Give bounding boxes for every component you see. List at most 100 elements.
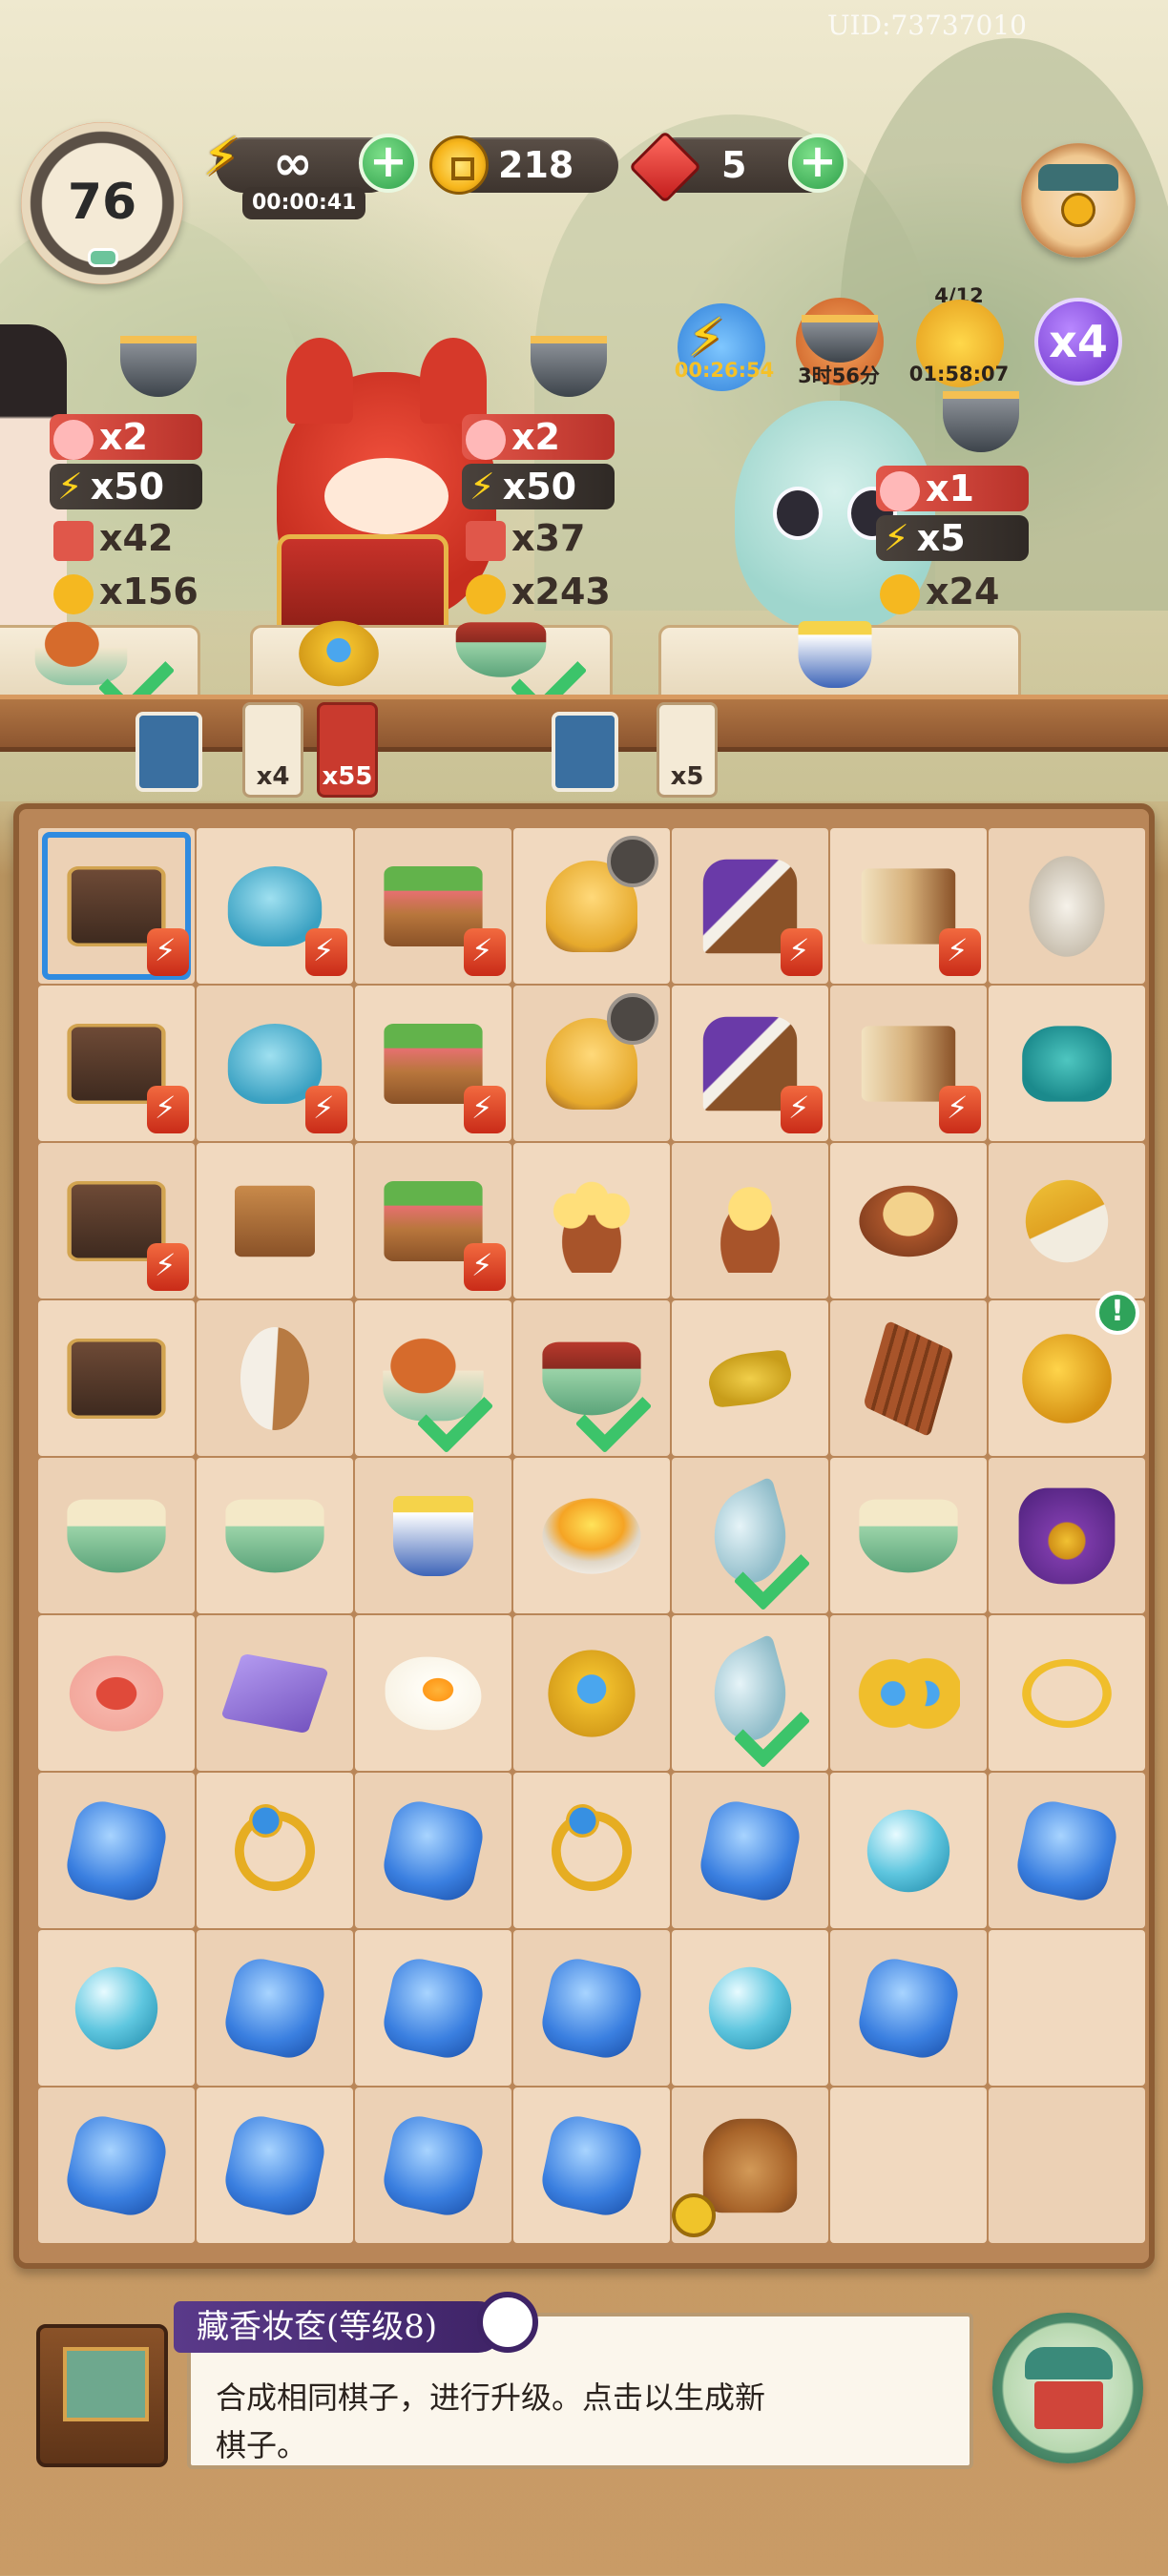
board-cell[interactable] [513,986,670,1141]
blue-gem-item[interactable] [220,1954,329,2063]
tea-box-item[interactable] [235,1185,315,1257]
blue-gem-item[interactable] [379,1954,488,2063]
add-energy-button[interactable]: + [359,134,418,193]
chest-closed-item[interactable] [67,1339,166,1419]
jar-item[interactable] [1022,1026,1112,1102]
board-cell[interactable] [38,2088,195,2243]
board-cell[interactable] [672,1930,828,2086]
board-cell[interactable] [513,1300,670,1456]
board-cell[interactable] [989,828,1145,984]
board-cell[interactable] [355,1458,511,1613]
board-cell[interactable] [830,828,987,984]
board-cell[interactable] [355,2088,511,2243]
board-cell[interactable] [197,1930,353,2086]
add-gems-button[interactable]: + [788,134,847,193]
blue-gem-item[interactable] [62,1797,171,1905]
board-cell[interactable] [197,1773,353,1928]
board-cell[interactable] [355,1300,511,1456]
bracelet-item[interactable] [1022,1659,1112,1728]
board-cell[interactable] [830,986,987,1141]
board-cell[interactable] [355,1930,511,2086]
pearl-item[interactable] [74,1966,158,2050]
brush-item[interactable] [1013,1168,1120,1275]
player-level-badge[interactable]: 76 [21,122,183,284]
sell-item-button[interactable] [992,2313,1143,2463]
board-cell[interactable] [513,1615,670,1771]
board-cell[interactable] [513,1773,670,1928]
teacup-item[interactable] [393,1496,473,1576]
fried-rice-item[interactable] [542,1498,641,1574]
board-cell[interactable] [672,2088,828,2243]
censer-item[interactable] [702,2118,798,2213]
board-cell[interactable] [830,1930,987,2086]
board-cell[interactable] [197,2088,353,2243]
board-cell[interactable] [197,1300,353,1456]
board-cell[interactable] [513,1458,670,1613]
board-cell[interactable] [38,1458,195,1613]
board-cell[interactable] [672,1300,828,1456]
board-cell[interactable] [513,2088,670,2243]
coin-pouch-item[interactable] [1022,1334,1112,1423]
board-cell[interactable] [38,1143,195,1298]
board-cell[interactable] [989,1773,1145,1928]
board-cell[interactable] [38,1615,195,1771]
board-cell[interactable] [830,1773,987,1928]
board-cell[interactable] [513,828,670,984]
green-porridge-item[interactable] [859,1499,958,1573]
gold-ring-item[interactable] [224,1800,325,1901]
chicks-1-item[interactable] [699,1170,802,1273]
board-cell[interactable] [672,1615,828,1771]
cinnamon-item[interactable] [863,1319,954,1438]
board-cell[interactable] [38,828,195,984]
board-cell[interactable] [830,2088,987,2243]
blue-gem-item[interactable] [537,2111,646,2220]
gold-ring-item[interactable] [541,1800,642,1901]
board-cell[interactable] [38,1773,195,1928]
gold-flowers-item[interactable] [857,1642,960,1745]
board-cell[interactable]: ! [989,1291,1145,1456]
board-cell[interactable] [197,1143,353,1298]
blue-gem-item[interactable] [220,2111,329,2220]
board-cell[interactable] [197,828,353,984]
board-cell[interactable] [672,1773,828,1928]
board-cell[interactable] [38,1300,195,1456]
board-cell[interactable] [355,1615,511,1771]
board-cell[interactable] [513,1930,670,2086]
board-cell[interactable] [672,828,828,984]
leaves-item[interactable] [700,1349,800,1408]
board-cell[interactable] [989,1615,1145,1771]
egg-nest-item[interactable] [859,1185,958,1257]
board-cell[interactable] [197,1458,353,1613]
blue-gem-item[interactable] [379,1797,488,1905]
cocoons-item[interactable] [1014,837,1119,976]
board-cell[interactable] [513,1143,670,1298]
board-cell[interactable] [989,986,1145,1141]
chicks-3-item[interactable] [540,1170,643,1273]
board-cell[interactable] [989,2088,1145,2243]
sweet-soup-item[interactable] [225,1499,324,1573]
board-cell[interactable] [830,1143,987,1298]
pearl-item[interactable] [708,1966,792,2050]
board-cell[interactable] [355,1143,511,1298]
purple-pouch-item[interactable] [1018,1487,1116,1585]
board-cell[interactable] [830,1458,987,1613]
board-cell[interactable] [38,1930,195,2086]
board-cell[interactable] [672,1143,828,1298]
porridge-item[interactable] [67,1499,166,1573]
pearl-item[interactable] [866,1809,950,1893]
merge-multiplier-button[interactable]: x4 [1034,298,1122,385]
magnifier-icon[interactable] [477,2292,538,2353]
board-cell[interactable] [672,1458,828,1613]
board-cell[interactable] [197,1615,353,1771]
board-cell[interactable] [989,1458,1145,1613]
fried-egg-item[interactable] [385,1656,482,1731]
board-cell[interactable] [197,986,353,1141]
blue-gem-item[interactable] [62,2111,171,2220]
blue-gem-item[interactable] [379,2111,488,2220]
board-cell[interactable] [672,986,828,1141]
board-cell[interactable] [355,1773,511,1928]
blue-gem-item[interactable] [537,1954,646,2063]
blue-gem-item[interactable] [1012,1797,1121,1905]
board-cell[interactable] [830,1615,987,1771]
blue-gem-item[interactable] [854,1954,963,2063]
